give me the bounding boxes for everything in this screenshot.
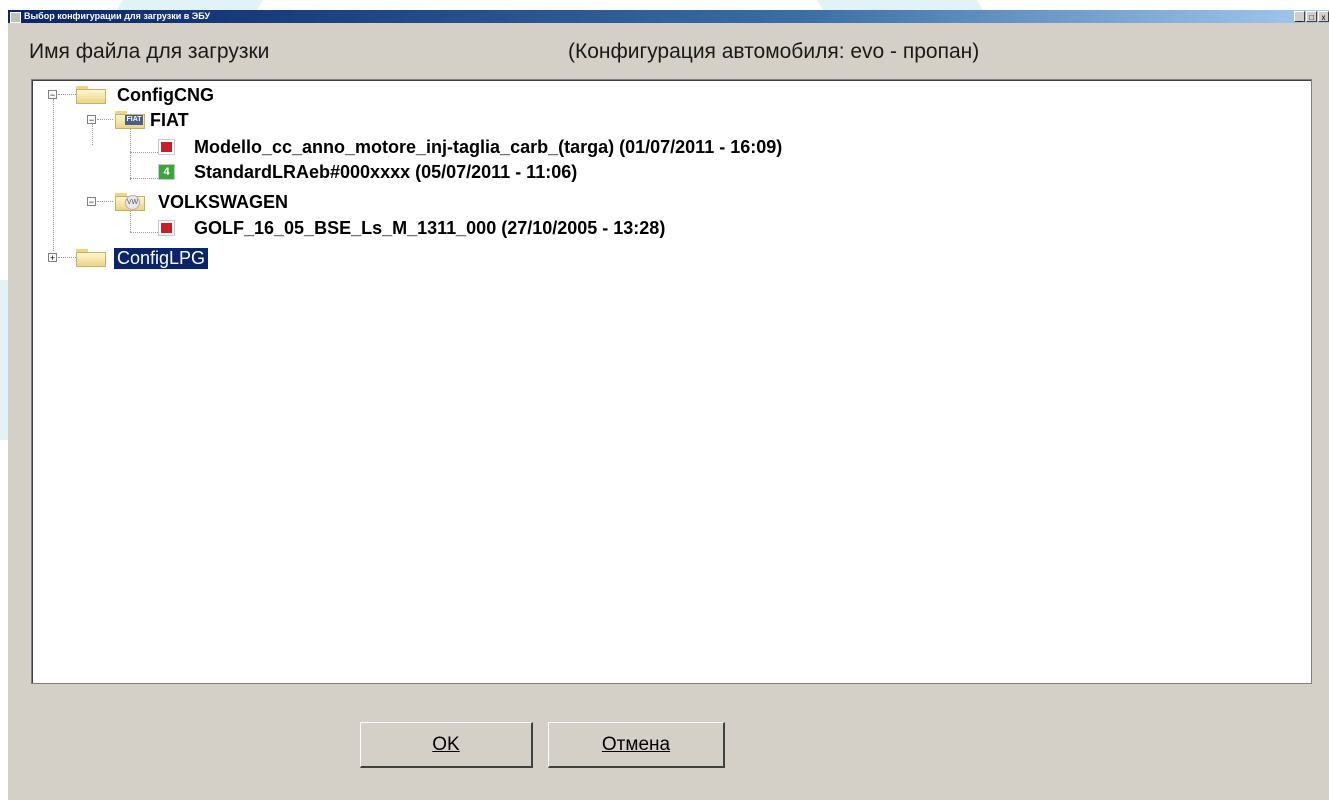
- maximize-button[interactable]: □: [1306, 11, 1317, 22]
- tree-node-fiat-file-2[interactable]: 4 StandardLRAeb#000xxxx (05/07/2011 - 11…: [158, 161, 580, 183]
- config-file-icon: [158, 220, 175, 236]
- background-stripe: [117, 0, 263, 10]
- config-file-icon: 4: [158, 164, 175, 180]
- tree-line: [130, 128, 131, 180]
- ok-button[interactable]: OK: [360, 722, 533, 768]
- node-label: VOLKSWAGEN: [158, 191, 289, 212]
- collapse-toggle[interactable]: −: [87, 115, 96, 125]
- config-tree[interactable]: − − − + ConfigCNG FIAT FIAT Modello_cc_a…: [31, 79, 1312, 684]
- config-load-dialog: Выбор конфигурации для загрузки в ЭБУ _ …: [8, 10, 1329, 800]
- node-label: StandardLRAeb#000xxxx (05/07/2011 - 11:0…: [194, 161, 578, 182]
- tree-node-fiat-file-1[interactable]: Modello_cc_anno_motore_inj-taglia_carb_(…: [158, 136, 785, 158]
- tree-line: [58, 257, 76, 258]
- tree-line: [130, 152, 158, 153]
- vehicle-config-label: (Конфигурация автомобиля: evo - пропан): [568, 40, 980, 63]
- cancel-button[interactable]: Отмена: [548, 722, 725, 768]
- window-controls: _ □ x: [1294, 11, 1329, 22]
- title-bar[interactable]: Выбор конфигурации для загрузки в ЭБУ _ …: [8, 10, 1329, 23]
- node-label: ConfigLPG: [114, 247, 209, 269]
- background-stripe: [817, 0, 983, 10]
- tree-line: [92, 124, 93, 145]
- expand-toggle[interactable]: +: [48, 253, 57, 263]
- tree-node-configlpg[interactable]: ConfigLPG: [76, 247, 209, 269]
- collapse-toggle[interactable]: −: [48, 90, 57, 100]
- app-icon: [10, 12, 21, 23]
- tree-line: [97, 119, 113, 120]
- tree-line: [58, 94, 76, 95]
- tree-node-configcng[interactable]: ConfigCNG: [76, 84, 217, 106]
- tree-line: [130, 178, 158, 179]
- node-label: Modello_cc_anno_motore_inj-taglia_carb_(…: [194, 136, 783, 157]
- close-button[interactable]: x: [1318, 11, 1329, 22]
- header-row: Имя файла для загрузки (Конфигурация авт…: [8, 40, 1329, 70]
- collapse-toggle[interactable]: −: [87, 197, 96, 207]
- window-title: Выбор конфигурации для загрузки в ЭБУ: [24, 11, 211, 21]
- node-label: GOLF_16_05_BSE_Ls_M_1311_000 (27/10/2005…: [194, 217, 666, 238]
- tree-line: [53, 99, 54, 251]
- vw-folder-icon: VW: [115, 193, 145, 211]
- fiat-folder-icon: FIAT: [115, 111, 145, 129]
- tree-node-fiat[interactable]: FIAT FIAT: [115, 109, 192, 131]
- minimize-button[interactable]: _: [1294, 11, 1305, 22]
- tree-line: [130, 232, 158, 233]
- tree-line: [97, 201, 113, 202]
- node-label: ConfigCNG: [117, 84, 214, 105]
- tree-line: [130, 210, 131, 232]
- folder-icon: [76, 249, 106, 267]
- config-file-icon: [158, 139, 175, 155]
- tree-node-volkswagen[interactable]: VW VOLKSWAGEN: [115, 191, 291, 213]
- tree-node-vw-file-1[interactable]: GOLF_16_05_BSE_Ls_M_1311_000 (27/10/2005…: [158, 217, 668, 239]
- file-name-label: Имя файла для загрузки: [29, 40, 270, 63]
- folder-icon: [76, 86, 106, 104]
- node-label: FIAT: [150, 109, 189, 130]
